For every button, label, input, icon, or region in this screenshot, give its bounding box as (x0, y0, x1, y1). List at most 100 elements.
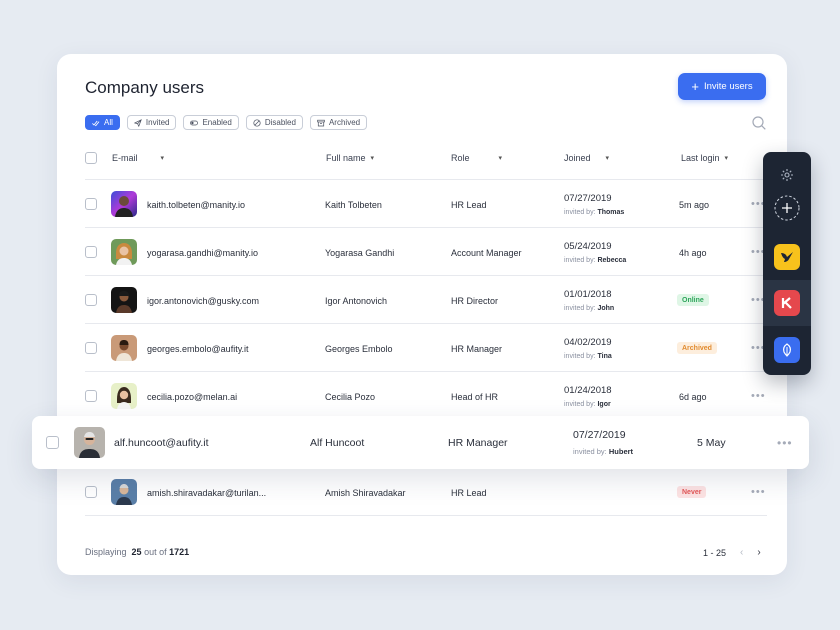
avatar (111, 191, 137, 217)
invited-by-prefix: invited by: (564, 401, 596, 408)
table-row[interactable]: kaith.tolbeten@manity.io Kaith Tolbeten … (85, 180, 767, 228)
select-all-checkbox[interactable] (85, 152, 97, 164)
invited-by: invited by: Thomas (564, 209, 624, 216)
filter-label: All (104, 118, 113, 127)
joined-date: 07/27/2019 (573, 429, 626, 441)
user-name: Georges Embolo (325, 344, 393, 354)
user-name: Cecilia Pozo (325, 392, 376, 402)
paper-plane-icon (133, 118, 142, 127)
avatar (111, 383, 137, 409)
double-check-icon (92, 120, 100, 126)
column-last-login[interactable]: Last login ▾ (681, 150, 728, 166)
joined-date: 01/01/2018 (564, 289, 612, 300)
user-name: Amish Shiravadakar (325, 488, 406, 498)
filter-archived[interactable]: Archived (309, 115, 368, 130)
column-joined[interactable]: Joined ▾ (564, 150, 609, 166)
row-checkbox[interactable] (85, 342, 97, 354)
pagination: 1 - 25 ‹ › (703, 547, 761, 558)
column-label: Last login (681, 153, 720, 163)
filter-label: Invited (145, 118, 170, 127)
chevron-right-icon[interactable]: › (757, 547, 760, 558)
table-row[interactable]: georges.embolo@aufity.it Georges Embolo … (85, 324, 767, 372)
invited-by: invited by: John (564, 305, 614, 312)
last-login: 4h ago (679, 248, 707, 258)
inviter-name: Rebecca (597, 257, 627, 264)
invited-by: invited by: Tina (564, 353, 612, 360)
chevron-left-icon[interactable]: ‹ (740, 547, 743, 558)
chevron-down-icon: ▾ (370, 155, 375, 162)
dock-app-blue[interactable] (763, 327, 811, 373)
dock-app-yellow[interactable] (763, 234, 811, 280)
invited-by: invited by: Hubert (573, 447, 633, 456)
last-login: 6d ago (679, 392, 707, 402)
invited-by-prefix: invited by: (564, 209, 596, 216)
ban-icon (253, 118, 261, 127)
page-range: 1 - 25 (703, 547, 727, 558)
search-icon[interactable] (751, 115, 767, 131)
user-role: HR Manager (448, 437, 508, 449)
user-email: amish.shiravadakar@turilan... (147, 488, 267, 498)
display-count: 25 (131, 547, 142, 557)
filter-label: Disabled (264, 118, 296, 127)
filter-enabled[interactable]: Enabled (183, 115, 239, 130)
column-label: E-mail (112, 153, 138, 163)
displaying-label: Displaying (85, 547, 127, 557)
chevron-down-icon: ▾ (605, 155, 610, 162)
status-badge: Never (677, 486, 707, 498)
archive-icon (317, 119, 325, 126)
user-name: Yogarasa Gandhi (325, 248, 395, 258)
avatar (111, 239, 137, 265)
dock-app-red[interactable] (763, 280, 811, 326)
dock-add-app[interactable] (763, 185, 811, 231)
highlighted-table-row[interactable]: alf.huncoot@aufity.it Alf Huncoot HR Man… (32, 416, 809, 469)
row-checkbox[interactable] (85, 486, 97, 498)
more-icon[interactable]: ••• (751, 486, 766, 498)
column-label: Full name (326, 153, 366, 163)
column-role[interactable]: Role ▾ (451, 150, 502, 166)
app-dock (763, 152, 811, 375)
table-row[interactable]: amish.shiravadakar@turilan... Amish Shir… (85, 468, 767, 516)
avatar (111, 335, 137, 361)
table-row[interactable]: yogarasa.gandhi@manity.io Yogarasa Gandh… (85, 228, 767, 276)
row-checkbox[interactable] (85, 198, 97, 210)
inviter-name: John (597, 305, 615, 312)
more-icon[interactable]: ••• (751, 390, 766, 402)
add-dashed-icon (774, 195, 800, 221)
joined-date: 07/27/2019 (564, 193, 612, 204)
user-name: Alf Huncoot (310, 437, 365, 449)
invite-users-label: Invite users (704, 81, 753, 92)
toggle-icon (190, 120, 199, 125)
column-label: Joined (564, 153, 591, 163)
filter-disabled[interactable]: Disabled (245, 115, 303, 130)
last-login: 5 May (697, 437, 726, 449)
leaf-app-icon (774, 337, 800, 363)
plus-icon: + (691, 79, 699, 94)
table-row[interactable]: igor.antonovich@gusky.com Igor Antonovic… (85, 276, 767, 324)
table-row[interactable]: cecilia.pozo@melan.ai Cecilia Pozo Head … (85, 372, 767, 420)
filter-label: Archived (328, 118, 361, 127)
user-email: yogarasa.gandhi@manity.io (147, 248, 259, 258)
invite-users-button[interactable]: + Invite users (678, 73, 766, 100)
invited-by: invited by: Igor (564, 401, 611, 408)
inviter-name: Hubert (608, 447, 634, 456)
joined-date: 04/02/2019 (564, 337, 612, 348)
filter-invited[interactable]: Invited (126, 115, 177, 130)
filter-all[interactable]: All (85, 115, 120, 130)
row-checkbox[interactable] (85, 294, 97, 306)
out-of-label: out of (144, 547, 167, 557)
user-role: Account Manager (451, 248, 522, 258)
gear-icon (781, 169, 793, 181)
filter-chips: All Invited Enabled Disabled Archived (85, 115, 368, 130)
user-email: cecilia.pozo@melan.ai (147, 392, 238, 402)
column-email[interactable]: E-mail ▾ (112, 150, 164, 166)
row-checkbox[interactable] (85, 246, 97, 258)
row-checkbox[interactable] (46, 436, 59, 449)
joined-date: 05/24/2019 (564, 241, 612, 252)
column-full-name[interactable]: Full name ▾ (326, 150, 374, 166)
more-icon[interactable]: ••• (777, 436, 793, 450)
column-label: Role (451, 153, 470, 163)
user-email: alf.huncoot@aufity.it (114, 437, 209, 449)
row-checkbox[interactable] (85, 390, 97, 402)
user-email: georges.embolo@aufity.it (147, 344, 249, 354)
chevron-down-icon: ▾ (724, 155, 729, 162)
